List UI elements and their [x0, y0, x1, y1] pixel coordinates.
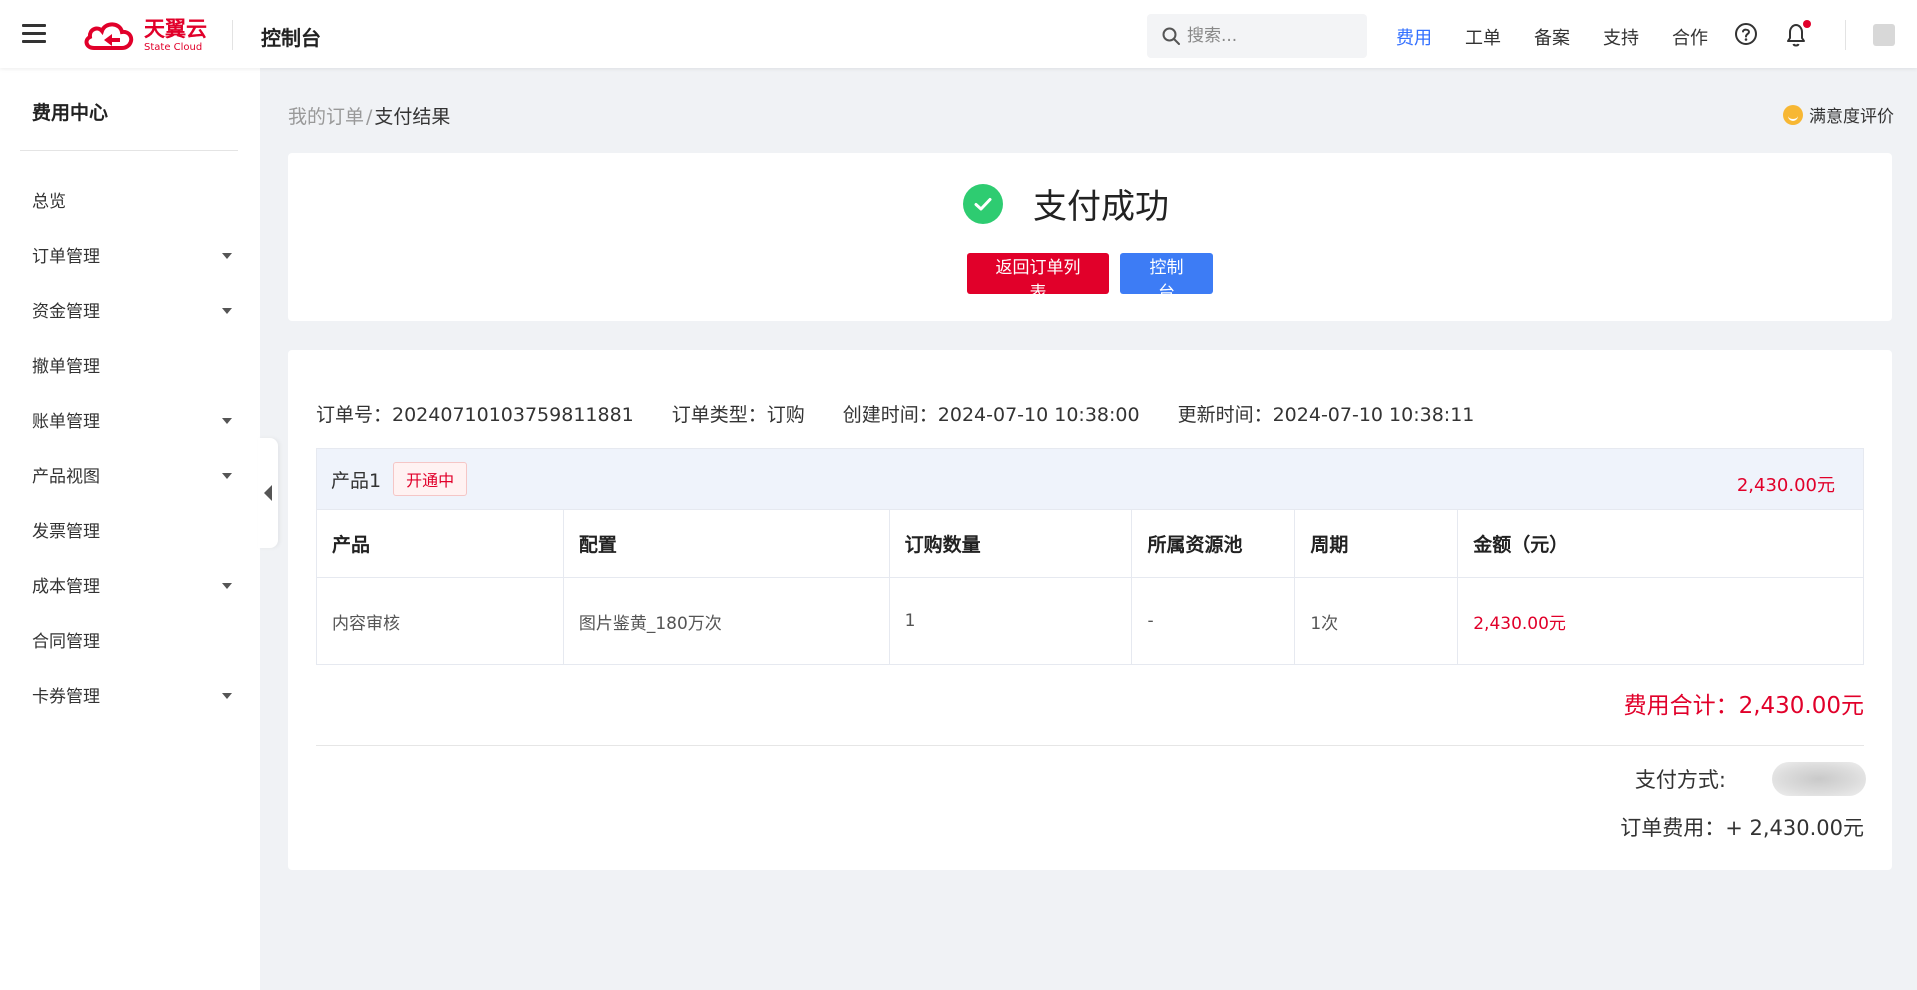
sidebar-item-label: 合同管理 — [32, 632, 100, 652]
payment-method-label: 支付方式: — [1634, 768, 1726, 792]
payment-result-card: 支付成功 返回订单列表 控制台 — [288, 153, 1892, 321]
caret-down-icon — [222, 308, 232, 314]
sidebar-item-label: 成本管理 — [32, 577, 100, 597]
sidebar: 费用中心 总览 订单管理 资金管理 撤单管理 账单管理 产品视图 发票管理 成本… — [0, 68, 260, 990]
sidebar-item-label: 卡券管理 — [32, 687, 100, 707]
menu-icon[interactable] — [22, 24, 46, 44]
caret-down-icon — [222, 473, 232, 479]
table-header-row: 产品 配置 订购数量 所属资源池 周期 金额（元） — [316, 509, 1864, 578]
caret-down-icon — [222, 693, 232, 699]
order-divider — [316, 745, 1864, 746]
logo-en-text: State Cloud — [144, 42, 203, 53]
avatar[interactable] — [1873, 24, 1895, 46]
sidebar-item-invoices[interactable]: 发票管理 — [0, 502, 260, 557]
product-header: 产品1 开通中 2,430.00元 — [316, 448, 1864, 510]
column-header: 周期 — [1294, 509, 1459, 578]
order-created-time: 创建时间：2024-07-10 10:38:00 — [842, 404, 1140, 426]
table-cell-period: 1次 — [1294, 577, 1459, 665]
table-row: 内容审核 图片鉴黄_180万次 1 - 1次 2,430.00元 — [316, 577, 1864, 665]
sidebar-item-costs[interactable]: 成本管理 — [0, 557, 260, 612]
table-cell-quantity: 1 — [888, 577, 1133, 665]
table-cell-amount: 2,430.00元 — [1457, 577, 1864, 665]
total-cost: 费用合计：2,430.00元 — [1623, 693, 1864, 719]
sidebar-item-funds[interactable]: 资金管理 — [0, 282, 260, 337]
console-button[interactable]: 控制台 — [1120, 253, 1213, 303]
caret-down-icon — [222, 583, 232, 589]
sidebar-item-contracts[interactable]: 合同管理 — [0, 612, 260, 667]
order-detail-card: 订单号：20240710103759811881 订单类型：订购 创建时间：20… — [288, 350, 1892, 870]
sidebar-item-orders[interactable]: 订单管理 — [0, 227, 260, 282]
search-box[interactable] — [1147, 14, 1367, 58]
nav-support[interactable]: 支持 — [1603, 24, 1639, 50]
chevron-left-icon — [264, 485, 272, 501]
breadcrumb: 我的订单 / 支付结果 — [288, 102, 450, 129]
caret-down-icon — [222, 253, 232, 259]
notification-dot — [1803, 20, 1811, 28]
nav-fee[interactable]: 费用 — [1396, 24, 1432, 50]
sidebar-item-label: 产品视图 — [32, 467, 100, 487]
nav-ticket[interactable]: 工单 — [1465, 24, 1501, 50]
table-cell-config: 图片鉴黄_180万次 — [562, 577, 890, 665]
order-updated-time: 更新时间：2024-07-10 10:38:11 — [1177, 404, 1475, 426]
sidebar-title: 费用中心 — [32, 102, 109, 124]
column-header: 金额（元） — [1457, 509, 1864, 578]
cloud-logo-icon — [84, 22, 134, 50]
sidebar-item-overview[interactable]: 总览 — [0, 172, 260, 227]
top-nav: 费用 工单 备案 支持 合作 — [1396, 24, 1741, 50]
order-type: 订单类型：订购 — [671, 404, 805, 426]
back-to-orders-button[interactable]: 返回订单列表 — [967, 253, 1109, 303]
column-header: 配置 — [562, 509, 890, 578]
breadcrumb-current: 支付结果 — [374, 106, 451, 128]
sidebar-item-cancellations[interactable]: 撤单管理 — [0, 337, 260, 392]
order-fee: 订单费用：+ 2,430.00元 — [1620, 816, 1864, 840]
payment-method-blurred-icon — [1772, 762, 1866, 796]
sidebar-item-label: 发票管理 — [32, 522, 100, 542]
sidebar-item-label: 总览 — [32, 192, 66, 212]
sidebar-menu: 总览 订单管理 资金管理 撤单管理 账单管理 产品视图 发票管理 成本管理 合同… — [0, 172, 260, 722]
nav-filing[interactable]: 备案 — [1534, 24, 1570, 50]
success-check-icon — [963, 183, 1003, 224]
caret-down-icon — [222, 418, 232, 424]
satisfaction-label: 满意度评价 — [1809, 107, 1894, 127]
sidebar-item-product-view[interactable]: 产品视图 — [0, 447, 260, 502]
product-name: 产品1 — [331, 469, 382, 492]
payment-success-title: 支付成功 — [1033, 187, 1169, 227]
top-bar: 天翼云 State Cloud 控制台 费用 工单 备案 支持 合作 — [0, 0, 1917, 68]
logo[interactable]: 天翼云 State Cloud — [82, 18, 207, 54]
table-cell-product: 内容审核 — [316, 577, 564, 665]
console-title[interactable]: 控制台 — [261, 22, 321, 51]
sidebar-item-label: 资金管理 — [32, 302, 100, 322]
sidebar-item-label: 订单管理 — [32, 247, 100, 267]
payment-method: 支付方式: — [1635, 762, 1866, 796]
product-amount: 2,430.00元 — [1736, 475, 1835, 496]
status-badge: 开通中 — [393, 462, 468, 496]
column-header: 产品 — [316, 509, 564, 578]
sidebar-divider — [20, 150, 238, 151]
column-header: 订购数量 — [888, 509, 1133, 578]
search-icon — [1162, 27, 1180, 45]
sidebar-item-bills[interactable]: 账单管理 — [0, 392, 260, 447]
sidebar-item-label: 撤单管理 — [32, 357, 100, 377]
nav-partner[interactable]: 合作 — [1672, 24, 1708, 50]
sidebar-item-coupons[interactable]: 卡券管理 — [0, 667, 260, 722]
header-divider — [232, 20, 233, 50]
search-input[interactable] — [1187, 26, 1357, 46]
order-table: 产品 配置 订购数量 所属资源池 周期 金额（元） 内容审核 图片鉴黄_180万… — [316, 509, 1864, 665]
order-number: 订单号：20240710103759811881 — [316, 404, 634, 426]
table-cell-resource-pool: - — [1131, 577, 1296, 665]
breadcrumb-my-orders[interactable]: 我的订单 — [288, 106, 364, 128]
help-icon[interactable] — [1734, 22, 1758, 46]
order-meta: 订单号：20240710103759811881 订单类型：订购 创建时间：20… — [316, 400, 1474, 427]
header-divider-right — [1845, 20, 1846, 50]
smile-icon — [1783, 104, 1803, 125]
sidebar-item-label: 账单管理 — [32, 412, 100, 432]
breadcrumb-separator: / — [366, 106, 373, 128]
column-header: 所属资源池 — [1131, 509, 1296, 578]
sidebar-collapse-button[interactable] — [258, 438, 278, 548]
logo-cn-text: 天翼云 — [144, 17, 207, 41]
satisfaction-rating-button[interactable]: 满意度评价 — [1783, 102, 1894, 127]
